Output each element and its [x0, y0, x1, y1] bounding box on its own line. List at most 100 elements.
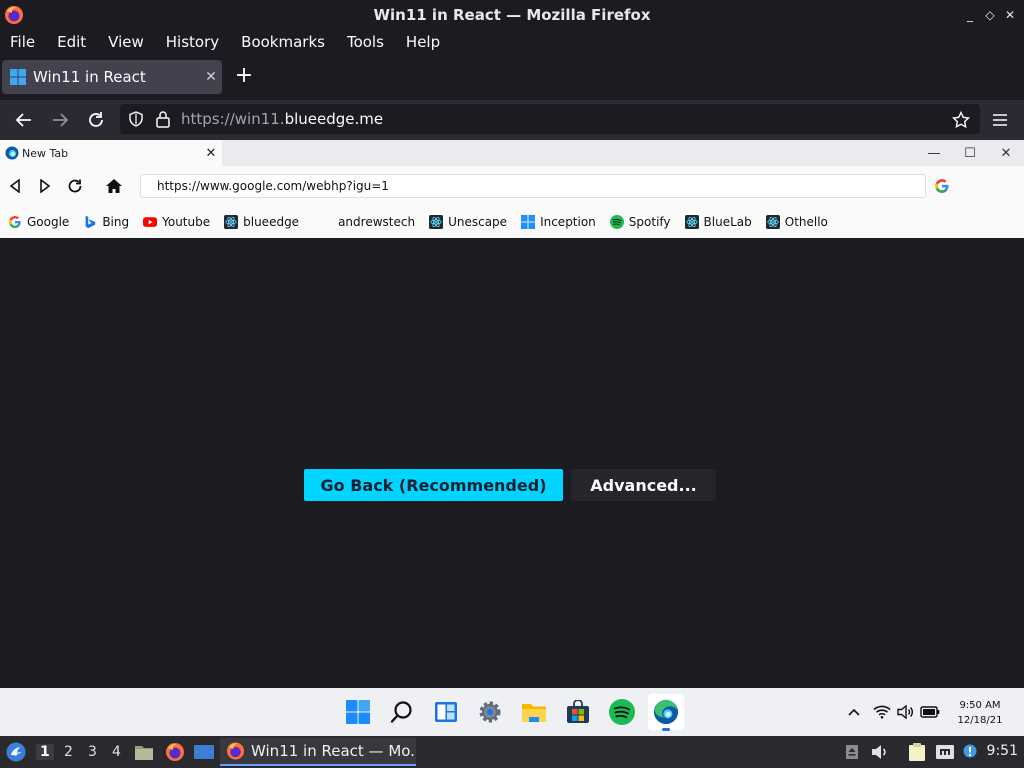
hamburger-menu-icon[interactable] — [988, 108, 1012, 132]
taskbar-task-firefox[interactable]: Win11 in React — Mo... — [220, 738, 416, 766]
edge-toolbar: https://www.google.com/webhp?igu=1 — [0, 166, 1024, 206]
minimize-button[interactable]: _ — [962, 7, 978, 23]
go-back-button[interactable]: Go Back (Recommended) — [304, 469, 563, 501]
desktop-icon[interactable] — [193, 742, 215, 762]
notification-icon[interactable] — [962, 742, 978, 762]
bookmark-label: Othello — [784, 215, 828, 229]
forward-icon[interactable] — [35, 176, 55, 196]
task-label: Win11 in React — Mo... — [251, 742, 416, 760]
bookmark-star-icon[interactable] — [949, 108, 973, 132]
menu-view[interactable]: View — [108, 33, 144, 51]
firefox-tab[interactable]: Win11 in React ✕ — [2, 60, 222, 94]
back-arrow-icon[interactable] — [12, 108, 36, 132]
edge-icon[interactable] — [648, 694, 684, 731]
bing-icon — [85, 215, 96, 229]
firefox-url: https://win11.blueedge.me — [181, 110, 383, 128]
google-icon[interactable] — [932, 176, 952, 196]
advanced-button[interactable]: Advanced... — [571, 469, 716, 501]
firefox-urlbar[interactable]: https://win11.blueedge.me — [120, 104, 980, 134]
file-explorer-icon[interactable] — [518, 696, 550, 728]
network-icon[interactable] — [934, 742, 956, 762]
edge-icon — [5, 146, 19, 160]
home-icon[interactable] — [104, 176, 124, 196]
reload-icon[interactable] — [84, 108, 108, 132]
panel-clock[interactable]: 9:51 — [987, 743, 1018, 759]
volume-icon[interactable] — [896, 702, 916, 722]
menu-bookmarks[interactable]: Bookmarks — [241, 33, 325, 51]
close-tab-icon[interactable]: ✕ — [200, 146, 222, 161]
clock-time: 9:50 AM — [959, 700, 1001, 711]
edge-tabbar: New Tab ✕ — ☐ ✕ — [0, 140, 1024, 166]
bookmark-label: Inception — [540, 215, 596, 229]
lock-icon[interactable] — [155, 110, 171, 128]
settings-icon[interactable] — [474, 696, 506, 728]
menu-help[interactable]: Help — [406, 33, 440, 51]
bookmark-label: Spotify — [628, 215, 671, 229]
bookmark-label: Google — [27, 215, 70, 229]
menu-file[interactable]: File — [10, 33, 35, 51]
menu-tools[interactable]: Tools — [347, 33, 384, 51]
workspace-4[interactable]: 4 — [112, 744, 121, 760]
system-panel: 1 2 3 4 Win11 in React — Mo... 9:51 — [0, 736, 1024, 768]
windows-icon — [521, 215, 536, 229]
menu-history[interactable]: History — [166, 33, 219, 51]
close-icon[interactable]: ✕ — [997, 144, 1015, 162]
bookmark-inception[interactable]: Inception — [521, 215, 596, 229]
spotify-icon — [609, 215, 624, 229]
google-icon — [8, 215, 21, 229]
url-prefix: https://win11. — [181, 110, 285, 128]
workspace-3[interactable]: 3 — [88, 744, 97, 760]
bookmark-unescape[interactable]: Unescape — [429, 215, 507, 229]
store-icon[interactable] — [562, 696, 594, 728]
edge-address-bar[interactable]: https://www.google.com/webhp?igu=1 — [140, 174, 926, 198]
wifi-icon[interactable] — [872, 702, 892, 722]
close-window-button[interactable]: ✕ — [1002, 7, 1018, 23]
restore-button[interactable]: ◇ — [982, 7, 998, 23]
battery-icon[interactable] — [920, 702, 940, 722]
spotify-icon[interactable] — [606, 696, 638, 728]
windows-icon — [10, 69, 26, 85]
edge-tab-title: New Tab — [22, 146, 69, 160]
speaker-icon[interactable] — [870, 742, 890, 762]
new-tab-button[interactable]: + — [234, 65, 254, 87]
react-icon — [684, 215, 699, 229]
bookmark-blueedge[interactable]: blueedge — [224, 215, 299, 229]
shield-icon[interactable] — [128, 111, 144, 127]
workspace-1[interactable]: 1 — [36, 744, 54, 760]
app-menu-icon[interactable] — [6, 742, 26, 762]
bookmark-youtube[interactable]: Youtube — [143, 215, 210, 229]
chevron-up-icon[interactable] — [844, 702, 864, 722]
firefox-launcher-icon[interactable] — [164, 742, 186, 762]
start-icon[interactable] — [342, 696, 374, 728]
search-icon[interactable] — [386, 696, 418, 728]
firefox-titlebar: Win11 in React — Mozilla Firefox _ ◇ ✕ — [0, 0, 1024, 30]
win11-app: New Tab ✕ — ☐ ✕ https://www.google.com/w… — [0, 140, 1024, 688]
workspace-2[interactable]: 2 — [64, 744, 73, 760]
edge-tab[interactable]: New Tab ✕ — [0, 140, 222, 166]
minimize-icon[interactable]: — — [925, 144, 943, 162]
back-icon[interactable] — [5, 176, 25, 196]
clipboard-icon[interactable] — [906, 742, 928, 762]
maximize-icon[interactable]: ☐ — [961, 144, 979, 162]
bookmark-bluelab[interactable]: BlueLab — [684, 215, 752, 229]
menu-edit[interactable]: Edit — [57, 33, 86, 51]
firefox-tab-title: Win11 in React — [33, 68, 146, 86]
bookmark-bing[interactable]: Bing — [83, 215, 129, 229]
win11-taskbar: 9:50 AM 12/18/21 — [0, 688, 1024, 736]
bookmark-spotify[interactable]: Spotify — [609, 215, 671, 229]
bookmark-label: Bing — [102, 215, 130, 229]
refresh-icon[interactable] — [65, 176, 85, 196]
bookmark-google[interactable]: Google — [8, 215, 69, 229]
close-tab-icon[interactable]: ✕ — [200, 69, 222, 85]
bookmark-othello[interactable]: Othello — [765, 215, 828, 229]
forward-arrow-icon[interactable] — [48, 108, 72, 132]
bookmark-andrewstech[interactable]: andrewstech — [319, 215, 415, 229]
win11-clock[interactable]: 9:50 AM 12/18/21 — [950, 698, 1010, 728]
file-manager-icon[interactable] — [134, 742, 154, 762]
url-domain: blueedge.me — [284, 110, 384, 128]
firefox-nav-toolbar: https://win11.blueedge.me — [0, 100, 1024, 140]
eject-icon[interactable] — [844, 742, 860, 762]
firefox-tabstrip: Win11 in React ✕ — [0, 56, 1024, 98]
widgets-icon[interactable] — [430, 696, 462, 728]
bookmark-label: Unescape — [448, 215, 508, 229]
